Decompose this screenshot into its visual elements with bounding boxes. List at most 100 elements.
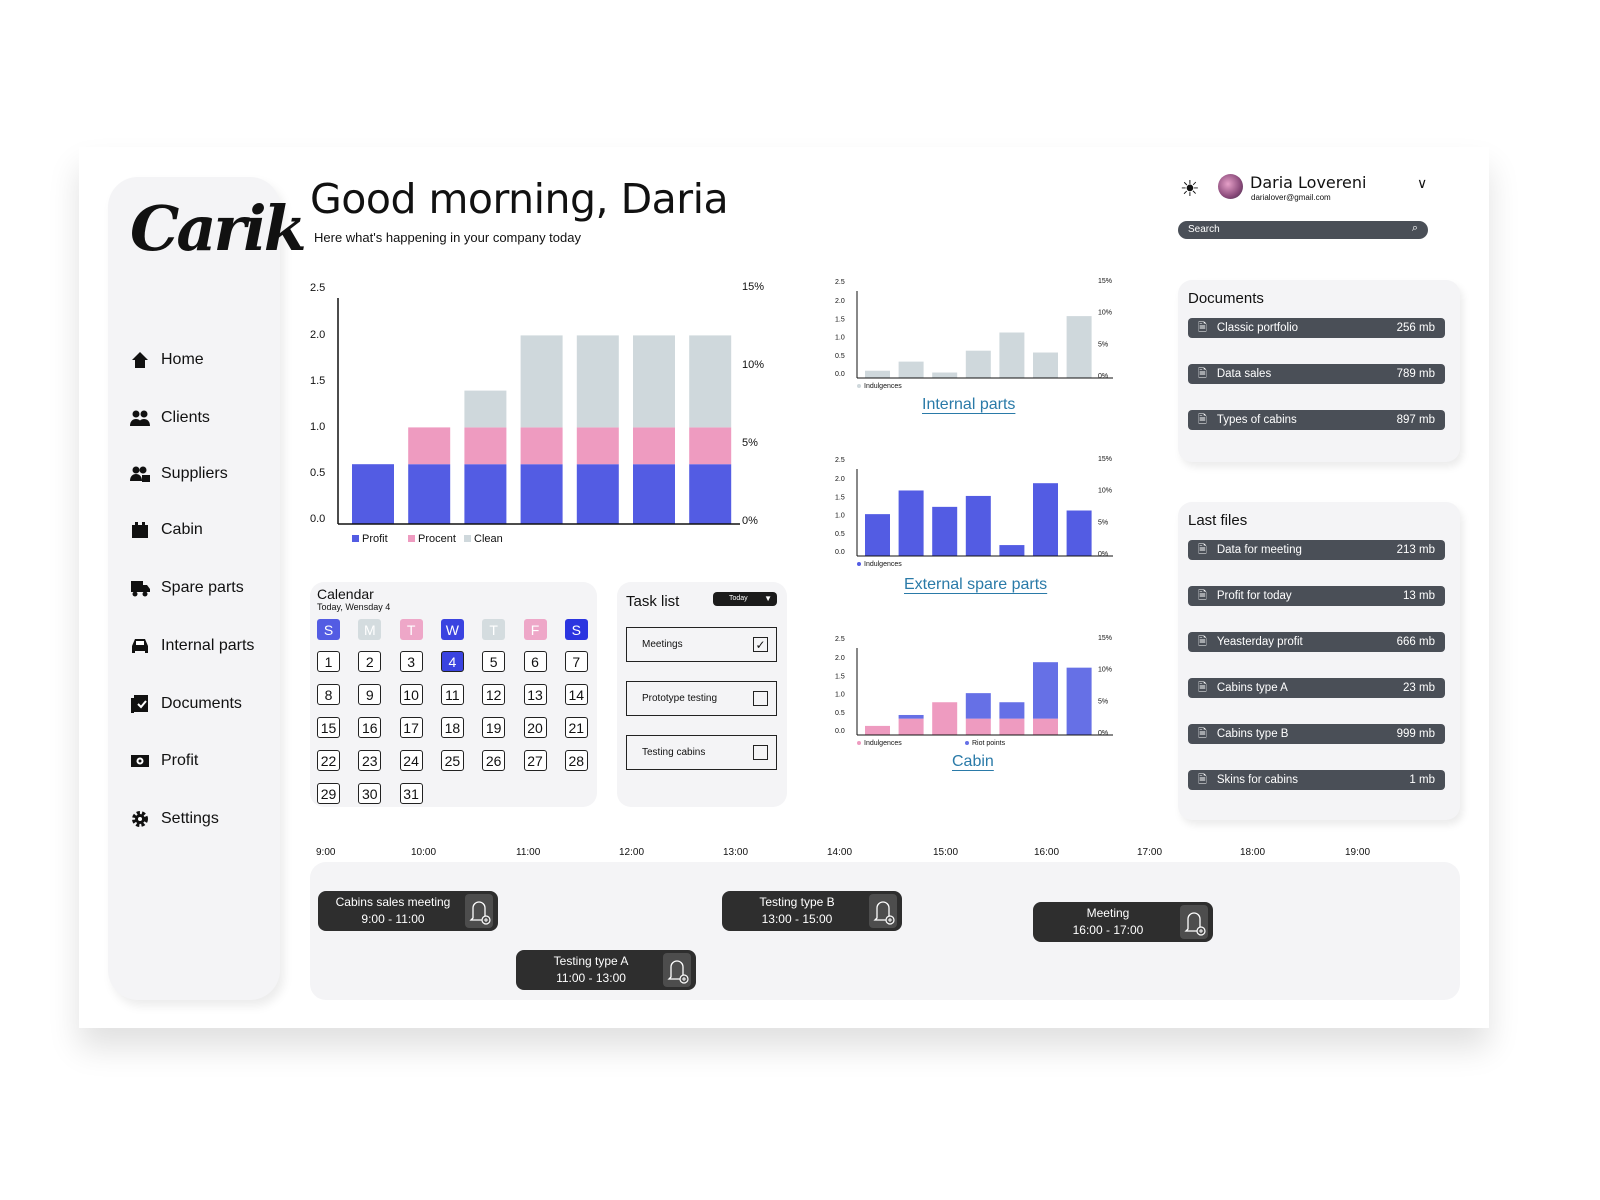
y-tick-label: 2.5 [835,457,845,464]
bar-indulgences-2 [898,361,924,378]
internal-parts-link[interactable]: Internal parts [922,396,1015,414]
calendar-day[interactable]: 23 [358,750,382,771]
avatar[interactable] [1218,174,1243,199]
timeline-event[interactable]: Testing type A 11:00 - 13:00 [516,950,696,990]
calendar-day[interactable]: 31 [399,783,423,804]
calendar-day[interactable]: 14 [564,684,588,705]
calendar-day[interactable]: 7 [564,651,588,672]
sidebar-item-suppliers[interactable]: Suppliers [130,459,228,489]
calendar-day[interactable]: 28 [564,750,588,771]
sidebar-item-home[interactable]: Home [130,345,204,375]
add-reminder-bell-icon[interactable] [1180,905,1208,939]
search-icon[interactable]: ⌕ [1412,222,1418,235]
file-row[interactable]: 🗎 Classic portfolio 256 mb [1188,318,1445,338]
task-filter-dropdown[interactable]: Today ▼ [713,592,777,606]
calendar-day[interactable]: 27 [523,750,547,771]
file-row[interactable]: 🗎 Yeasterday profit 666 mb [1188,632,1445,652]
task-label: Testing cabins [642,747,706,758]
sidebar-item-spare-parts[interactable]: Spare parts [130,573,244,603]
calendar-day[interactable]: 26 [482,750,506,771]
calendar-day[interactable]: 3 [399,651,423,672]
calendar-day[interactable]: 13 [523,684,547,705]
file-name: Cabins type B [1216,728,1289,740]
sidebar-item-clients[interactable]: Clients [130,403,210,433]
checkbox[interactable] [753,745,768,760]
calendar-day[interactable]: 11 [440,684,464,705]
calendar-day[interactable]: 19 [482,717,506,738]
bar-profit-1 [352,464,394,524]
bar-profit-6 [633,464,675,524]
last-files-title: Last files [1188,512,1248,529]
legend-label: Clean [474,533,503,545]
sidebar-item-label: Settings [161,810,219,827]
file-size: 1 mb [1409,774,1435,786]
task-item[interactable]: Meetings ✓ [626,627,777,662]
calendar-day[interactable]: 20 [523,717,547,738]
file-row[interactable]: 🗎 Profit for today 13 mb [1188,586,1445,606]
calendar-day[interactable]: 2 [358,651,382,672]
timeline-event[interactable]: Meeting 16:00 - 17:00 [1033,902,1213,942]
y-tick-label: 0.5 [835,353,845,360]
sidebar-item-internal-parts[interactable]: Internal parts [130,631,254,661]
calendar-day[interactable]: 24 [399,750,423,771]
event-time: 11:00 - 13:00 [556,971,626,985]
search-placeholder: Search [1188,224,1220,235]
file-row[interactable]: 🗎 Cabins type A 23 mb [1188,678,1445,698]
calendar-day[interactable]: 5 [482,651,506,672]
calendar-day[interactable]: 8 [317,684,340,705]
file-row[interactable]: 🗎 Data for meeting 213 mb [1188,540,1445,560]
file-row[interactable]: 🗎 Data sales 789 mb [1188,364,1445,384]
y-tick-label: 1.0 [835,692,845,699]
calendar-day[interactable]: 17 [399,717,423,738]
theme-toggle-sun-icon[interactable]: ☀ [1180,176,1200,202]
sidebar-item-profit[interactable]: Profit [130,746,198,776]
gear-icon [132,811,148,827]
task-item[interactable]: Prototype testing [626,681,777,716]
calendar-day[interactable]: 1 [317,651,340,672]
add-reminder-bell-icon[interactable] [465,894,493,928]
cabin-link[interactable]: Cabin [952,753,994,771]
calendar-day[interactable]: 30 [358,783,382,804]
checkbox-checked[interactable]: ✓ [753,637,768,652]
bar-clean-3 [464,390,507,428]
calendar-day[interactable]: 10 [399,684,423,705]
calendar-day[interactable]: 18 [440,717,464,738]
calendar-day[interactable]: 9 [358,684,382,705]
timeline-event[interactable]: Testing type B 13:00 - 15:00 [722,891,902,931]
timeline-event[interactable]: Cabins sales meeting 9:00 - 11:00 [318,891,498,931]
sidebar-item-settings[interactable]: Settings [130,804,219,834]
calendar-day-selected[interactable]: 4 [440,651,464,672]
task-item[interactable]: Testing cabins [626,735,777,770]
search-input[interactable]: Search ⌕ [1178,221,1428,239]
file-row[interactable]: 🗎 Types of cabins 897 mb [1188,410,1445,430]
calendar-day[interactable]: 15 [317,717,340,738]
external-parts-link[interactable]: External spare parts [904,576,1047,594]
bar-indulgences-1 [865,370,890,378]
checkbox[interactable] [753,691,768,706]
calendar-day[interactable]: 16 [358,717,382,738]
chevron-down-icon[interactable]: ∨ [1417,175,1427,192]
y2-tick-label: 0% [1098,373,1108,380]
legend-swatch [965,741,969,745]
event-title: Testing type A [553,954,629,968]
file-row[interactable]: 🗎 Skins for cabins 1 mb [1188,770,1445,790]
legend-swatch [857,741,861,745]
y-tick-label: 0.5 [310,467,325,479]
calendar-day[interactable]: 22 [317,750,340,771]
weekday-header: S [564,619,588,640]
bar-indulgences-5 [999,332,1025,378]
calendar-day[interactable]: 25 [440,750,464,771]
sidebar-item-documents[interactable]: Documents [130,689,242,719]
calendar-day[interactable]: 29 [317,783,340,804]
weekday-header: F [523,619,547,640]
sidebar-item-cabin[interactable]: Cabin [130,515,203,545]
calendar-day[interactable]: 12 [482,684,506,705]
add-reminder-bell-icon[interactable] [663,953,691,987]
file-row[interactable]: 🗎 Cabins type B 999 mb [1188,724,1445,744]
add-reminder-bell-icon[interactable] [869,894,897,928]
calendar-today: Today, Wensday 4 [317,602,391,612]
timeline-hour: 11:00 [516,847,541,858]
timeline-hour: 12:00 [619,847,645,858]
calendar-day[interactable]: 6 [523,651,547,672]
calendar-day[interactable]: 21 [564,717,588,738]
